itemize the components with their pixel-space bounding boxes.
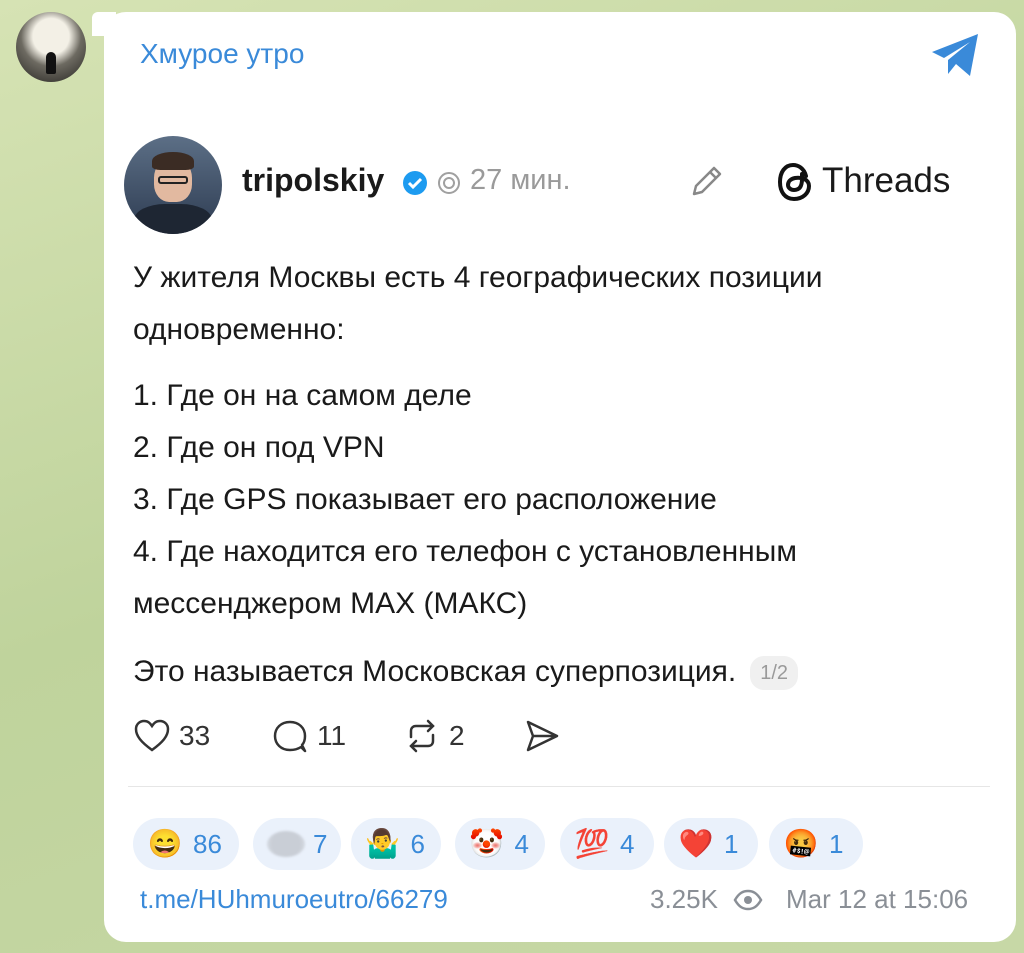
repost-button[interactable]: 2 bbox=[403, 714, 465, 758]
channel-avatar[interactable] bbox=[16, 12, 86, 82]
channel-name[interactable]: Хмурое утро bbox=[140, 38, 304, 70]
reaction-chip[interactable]: ❤️ 1 bbox=[664, 818, 758, 870]
reaction-chip[interactable]: 💯 4 bbox=[560, 818, 654, 870]
comment-icon bbox=[273, 720, 307, 753]
threads-reposted-icon bbox=[438, 172, 460, 194]
hidden-emoji-icon bbox=[267, 831, 305, 857]
author-avatar[interactable] bbox=[124, 136, 222, 234]
cursing-emoji-icon: 🤬 bbox=[783, 828, 819, 859]
list-item: 1. Где он на самом деле bbox=[133, 379, 472, 412]
list-item: 3. Где GPS показывает его расположение bbox=[133, 483, 717, 516]
threads-label: Threads bbox=[822, 161, 951, 200]
telegram-plane-icon bbox=[932, 34, 978, 76]
reaction-count: 4 bbox=[514, 828, 529, 859]
reply-button[interactable]: 11 bbox=[271, 714, 346, 758]
post-time: 27 мин. bbox=[470, 164, 571, 196]
view-count: 3.25K bbox=[650, 884, 718, 914]
send-icon bbox=[526, 720, 559, 752]
reaction-count: 86 bbox=[193, 828, 222, 859]
list-item: 4. Где находится его телефон с установле… bbox=[133, 535, 797, 620]
reaction-count: 7 bbox=[313, 828, 328, 859]
hundred-emoji-icon: 💯 bbox=[574, 828, 610, 859]
author-username[interactable]: tripolskiy bbox=[242, 162, 384, 199]
like-count: 33 bbox=[179, 720, 211, 751]
post-intro: У жителя Москвы есть 4 географических по… bbox=[133, 261, 823, 346]
post-list: 1. Где он на самом деле 2. Где он под VP… bbox=[133, 370, 973, 630]
threads-logo-icon bbox=[777, 162, 812, 202]
reaction-count: 1 bbox=[724, 828, 739, 859]
post-ending: Это называется Московская суперпозиция. 1… bbox=[133, 646, 993, 698]
grinning-emoji-icon: 😄 bbox=[147, 828, 183, 859]
reaction-chip[interactable]: 🤬 1 bbox=[769, 818, 863, 870]
heart-emoji-icon: ❤️ bbox=[678, 828, 714, 859]
reaction-chip[interactable]: 😄 86 bbox=[133, 818, 239, 870]
reaction-count: 1 bbox=[829, 828, 844, 859]
reaction-count: 6 bbox=[410, 828, 425, 859]
repost-icon bbox=[409, 719, 435, 753]
divider bbox=[128, 786, 990, 787]
reaction-chip[interactable]: 7 bbox=[253, 818, 341, 870]
pencil-icon[interactable] bbox=[688, 162, 726, 200]
page-badge: 1/2 bbox=[750, 656, 799, 691]
post-date: Mar 12 at 15:06 bbox=[786, 884, 969, 914]
heart-icon bbox=[134, 719, 170, 752]
verified-badge-icon bbox=[403, 171, 427, 195]
repost-count: 2 bbox=[449, 720, 465, 751]
shrug-emoji-icon: 🤷‍♂️ bbox=[365, 828, 401, 859]
like-button[interactable]: 33 bbox=[133, 714, 210, 758]
post-ending-text: Это называется Московская суперпозиция. bbox=[133, 655, 737, 688]
eye-icon bbox=[733, 889, 763, 911]
reaction-chip[interactable]: 🤷‍♂️ 6 bbox=[351, 818, 441, 870]
share-button[interactable] bbox=[523, 714, 561, 758]
reply-count: 11 bbox=[317, 720, 347, 751]
post-link[interactable]: t.me/HUhmuroeutro/66279 bbox=[140, 884, 448, 915]
reaction-chip[interactable]: 🤡 4 bbox=[455, 818, 545, 870]
reaction-count: 4 bbox=[620, 828, 635, 859]
clown-emoji-icon: 🤡 bbox=[469, 828, 505, 859]
list-item: 2. Где он под VPN bbox=[133, 431, 385, 464]
